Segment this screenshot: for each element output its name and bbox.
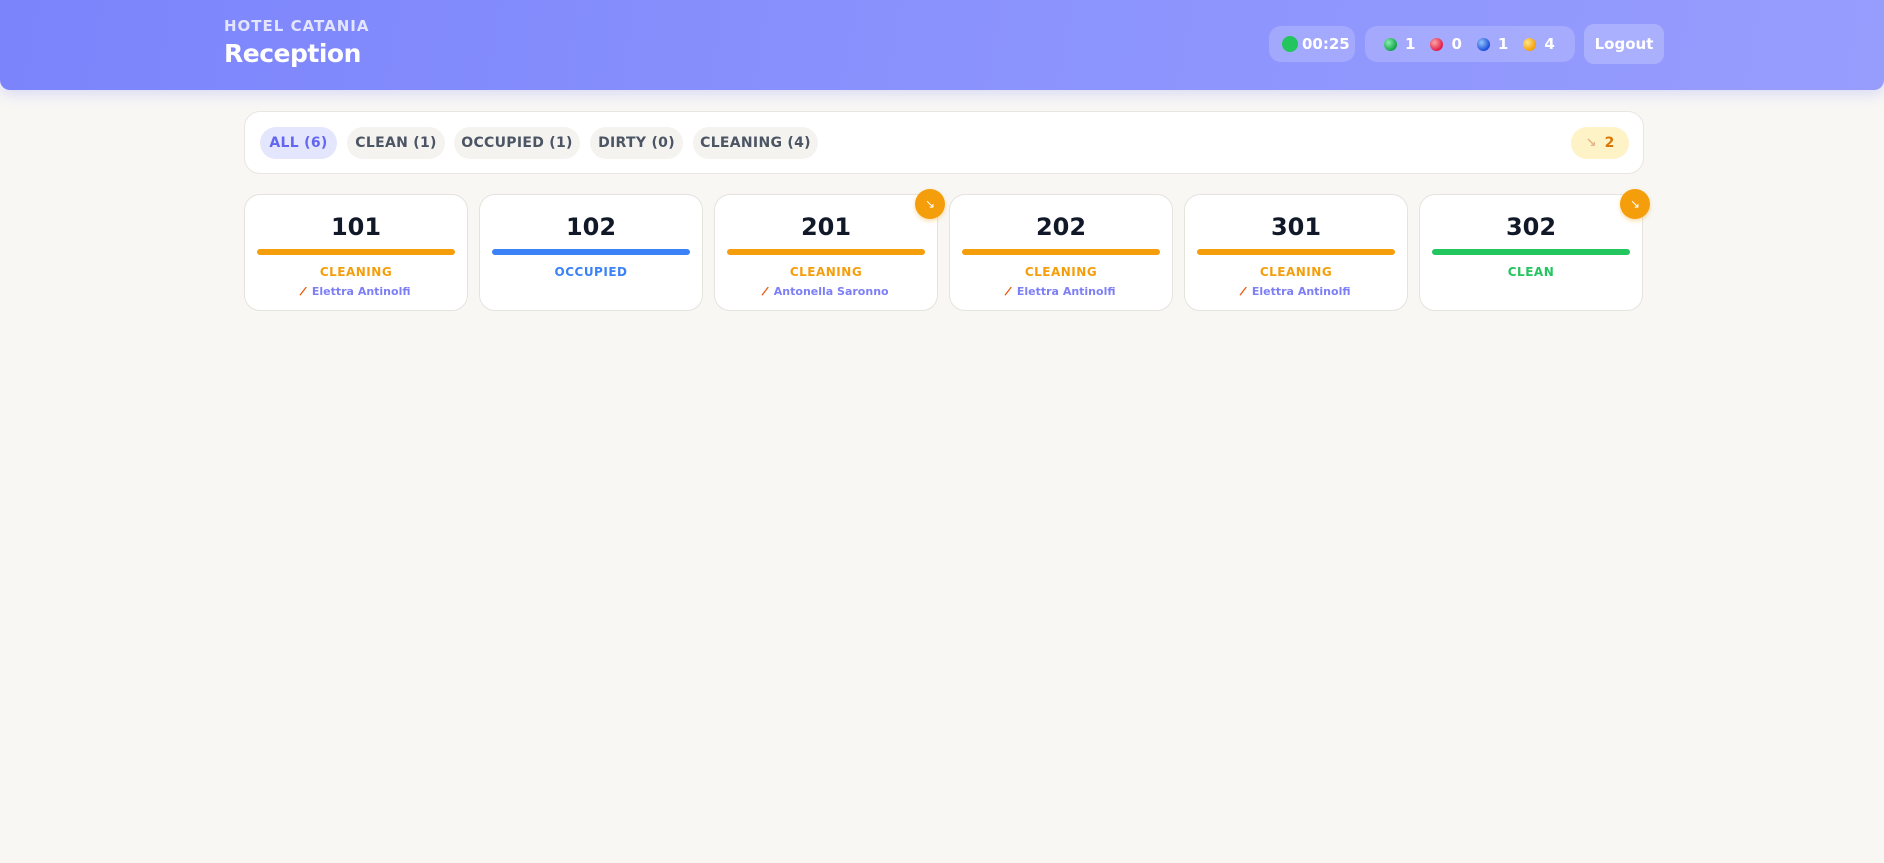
room-status: CLEAN: [1507, 265, 1555, 279]
count-cleaning: 4: [1523, 35, 1555, 53]
room-assignee: / Elettra Antinolfi: [1185, 283, 1407, 299]
room-card[interactable]: 301 CLEANING / Elettra Antinolfi: [1184, 194, 1408, 311]
broom-icon: /: [1239, 283, 1249, 299]
room-status-bar: [962, 249, 1160, 255]
live-status-icon: [1282, 36, 1298, 52]
room-assignee: / Antonella Saronno: [715, 283, 937, 299]
room-card[interactable]: 202 CLEANING / Elettra Antinolfi: [949, 194, 1173, 311]
page-title: Reception: [224, 39, 361, 68]
room-number: 301: [1270, 213, 1322, 241]
room-status: OCCUPIED: [554, 265, 628, 279]
count-dirty: 0: [1430, 35, 1462, 53]
filter-bar: ALL (6) CLEAN (1) OCCUPIED (1) DIRTY (0)…: [244, 111, 1644, 174]
assignee-name: Elettra Antinolfi: [1016, 284, 1116, 298]
broom-icon: /: [1004, 283, 1014, 299]
room-card[interactable]: 201 CLEANING / Antonella Saronno ↘: [714, 189, 945, 311]
blue-dot-icon: [1476, 37, 1490, 51]
filter-occupied[interactable]: OCCUPIED (1): [454, 127, 580, 159]
room-number: 202: [1035, 213, 1087, 241]
orange-dot-icon: [1523, 37, 1537, 51]
maintenance-count: 2: [1604, 135, 1615, 151]
room-assignee: / Elettra Antinolfi: [245, 283, 467, 299]
wrench-icon: ↘: [1585, 135, 1597, 151]
filter-dirty[interactable]: DIRTY (0): [590, 127, 683, 159]
room-card[interactable]: 302 CLEAN ↘: [1419, 189, 1650, 311]
assignee-name: Elettra Antinolfi: [311, 284, 411, 298]
room-status: CLEANING: [789, 265, 863, 279]
room-number: 101: [330, 213, 382, 241]
app-header: HOTEL CATANIA Reception 00:25 1 0 1 4 Lo…: [0, 0, 1884, 90]
green-dot-icon: [1384, 37, 1397, 51]
maintenance-badge-wrench-icon[interactable]: ↘: [1620, 189, 1650, 219]
maintenance-filter[interactable]: ↘ 2: [1571, 127, 1629, 159]
room-status-bar: [492, 249, 690, 255]
room-card[interactable]: 102 OCCUPIED: [479, 194, 703, 311]
room-status-bar: [727, 249, 925, 255]
session-timer: 00:25: [1269, 26, 1355, 62]
brand: HOTEL CATANIA Reception: [224, 17, 369, 68]
room-number: 201: [800, 213, 852, 241]
count-occupied: 1: [1476, 35, 1509, 53]
room-card[interactable]: 101 CLEANING / Elettra Antinolfi: [244, 194, 468, 311]
count-cleaning-value: 4: [1544, 35, 1555, 53]
room-number: 302: [1505, 213, 1557, 241]
room-status-bar: [1197, 249, 1395, 255]
assignee-name: Antonella Saronno: [773, 284, 889, 298]
room-status-bar: [1432, 249, 1630, 255]
filter-cleaning[interactable]: CLEANING (4): [693, 127, 818, 159]
room-assignee: / Elettra Antinolfi: [950, 283, 1172, 299]
count-clean: 1: [1384, 35, 1415, 53]
red-dot-icon: [1430, 37, 1444, 51]
room-status: CLEANING: [1259, 265, 1333, 279]
filter-clean[interactable]: CLEAN (1): [347, 127, 445, 159]
room-number: 102: [565, 213, 617, 241]
hotel-name: HOTEL CATANIA: [224, 17, 370, 35]
count-occupied-value: 1: [1497, 35, 1509, 53]
broom-icon: /: [761, 283, 771, 299]
filter-all[interactable]: ALL (6): [260, 127, 337, 159]
timer-value: 00:25: [1302, 35, 1350, 53]
broom-icon: /: [299, 283, 309, 299]
room-status: CLEANING: [1024, 265, 1098, 279]
status-counts: 1 0 1 4: [1365, 26, 1575, 62]
room-status: CLEANING: [319, 265, 393, 279]
logout-button[interactable]: Logout: [1584, 24, 1664, 64]
room-status-bar: [257, 249, 455, 255]
maintenance-badge-wrench-icon[interactable]: ↘: [915, 189, 945, 219]
assignee-name: Elettra Antinolfi: [1251, 284, 1351, 298]
count-dirty-value: 0: [1451, 35, 1462, 53]
count-clean-value: 1: [1405, 35, 1416, 53]
